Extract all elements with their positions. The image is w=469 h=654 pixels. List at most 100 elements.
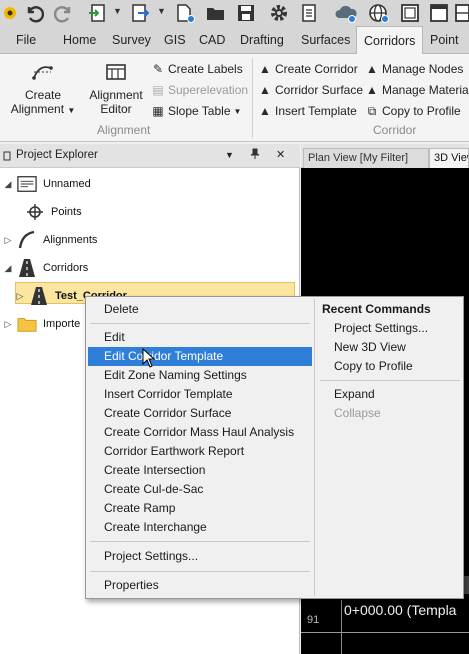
corridor-surface-icon: ▲ — [259, 83, 271, 97]
create-labels-button[interactable]: ✎ Create Labels — [152, 60, 243, 78]
manage-materials-button[interactable]: ▲ Manage Materia — [366, 81, 469, 99]
chevron-down-icon[interactable]: ▼ — [113, 6, 122, 16]
copy-to-profile-button[interactable]: ⧉ Copy to Profile — [366, 102, 461, 120]
folder-icon — [17, 314, 37, 334]
tree-item-label: Points — [51, 206, 82, 218]
tree-item-label: Unnamed — [43, 178, 91, 190]
insert-template-icon: ▲ — [259, 104, 271, 118]
tree-item-points[interactable]: Points — [10, 200, 82, 224]
menu-item-earthwork-report[interactable]: Corridor Earthwork Report — [88, 442, 312, 461]
point-target-icon — [25, 202, 45, 222]
tree-expanded-icon[interactable]: ◢ — [2, 179, 14, 190]
copy-profile-icon: ⧉ — [367, 103, 377, 118]
corridor-road-icon — [29, 286, 49, 306]
superelevation-button[interactable]: ▤ Superelevation — [152, 81, 248, 99]
menu-item-recent-project-settings[interactable]: Project Settings... — [318, 319, 460, 338]
tree-collapsed-icon[interactable]: ▷ — [14, 291, 26, 302]
undo-icon[interactable] — [22, 2, 46, 24]
recent-commands-header: Recent Commands — [322, 302, 431, 316]
menu-item-edit-corridor-template[interactable]: Edit Corridor Template — [88, 347, 312, 366]
insert-template-button[interactable]: ▲ Insert Template — [259, 102, 357, 120]
tab-corridors[interactable]: Corridors — [356, 26, 424, 55]
view-tab-bar: Plan View [My Filter] 3D View — [301, 144, 469, 168]
menu-item-mass-haul-analysis[interactable]: Create Corridor Mass Haul Analysis — [88, 423, 312, 442]
close-icon[interactable]: ✕ — [276, 148, 285, 161]
menu-item-create-corridor-surface[interactable]: Create Corridor Surface — [88, 404, 312, 423]
menu-item-properties[interactable]: Properties — [88, 576, 312, 595]
menu-item-new-3d-view[interactable]: New 3D View — [318, 338, 460, 357]
chevron-down-icon[interactable]: ▼ — [225, 150, 234, 160]
window-icon[interactable] — [428, 2, 450, 24]
redo-icon[interactable] — [52, 2, 76, 24]
menu-item-project-settings[interactable]: Project Settings... — [88, 547, 312, 566]
report-icon[interactable] — [298, 2, 320, 24]
settings-icon[interactable] — [266, 2, 292, 24]
create-alignment-button[interactable]: Create Alignment ▼ — [6, 60, 80, 118]
tree-item-imported[interactable]: ▷ Importe — [2, 312, 80, 336]
globe-icon[interactable] — [364, 2, 392, 24]
tab-3d-view[interactable]: 3D View — [429, 148, 469, 168]
panel-grip-icon — [3, 151, 11, 164]
insert-template-label: Insert Template — [275, 104, 357, 118]
project-explorer-header: Project Explorer ▼ ✕ — [0, 144, 300, 168]
slope-table-icon: ▦ — [152, 104, 164, 118]
alignment-curve-icon — [17, 230, 37, 250]
mouse-cursor-icon — [142, 347, 156, 368]
context-menu: Delete Edit Edit Corridor Template Edit … — [85, 296, 464, 599]
slope-table-button[interactable]: ▦ Slope Table ▼ — [152, 102, 241, 120]
chevron-down-icon[interactable]: ▼ — [157, 6, 166, 16]
layout-icon[interactable] — [398, 2, 422, 24]
project-icon — [17, 174, 37, 194]
menu-item-create-interchange[interactable]: Create Interchange — [88, 518, 312, 537]
tree-item-alignments[interactable]: ▷ Alignments — [2, 228, 97, 252]
tab-home[interactable]: Home — [56, 26, 103, 54]
tab-cad[interactable]: CAD — [192, 26, 232, 54]
tab-surfaces[interactable]: Surfaces — [294, 26, 357, 54]
corridor-surface-button[interactable]: ▲ Corridor Surface — [259, 81, 363, 99]
menu-item-delete[interactable]: Delete — [88, 300, 312, 319]
manage-nodes-icon: ▲ — [366, 62, 378, 76]
menu-item-collapse: Collapse — [334, 406, 381, 420]
manage-materials-icon: ▲ — [366, 83, 378, 97]
create-labels-label: Create Labels — [168, 62, 243, 76]
import-icon[interactable] — [86, 2, 108, 24]
tab-plan-view[interactable]: Plan View [My Filter] — [303, 148, 429, 168]
tab-drafting[interactable]: Drafting — [233, 26, 291, 54]
menu-item-create-intersection[interactable]: Create Intersection — [88, 461, 312, 480]
cloud-icon[interactable] — [332, 2, 360, 24]
new-project-icon[interactable] — [172, 2, 196, 24]
tab-gis[interactable]: GIS — [157, 26, 193, 54]
menu-item-copy-to-profile[interactable]: Copy to Profile — [318, 357, 460, 376]
tab-point-clouds[interactable]: Point C — [423, 26, 469, 75]
tree-item-label: Corridors — [43, 262, 89, 274]
menu-item-create-ramp[interactable]: Create Ramp — [88, 499, 312, 518]
slope-table-label: Slope Table — [168, 104, 231, 118]
tab-survey[interactable]: Survey — [105, 26, 158, 54]
tree-collapsed-icon[interactable]: ▷ — [2, 319, 14, 330]
ruler-value: 91 — [307, 614, 320, 626]
alignment-editor-button[interactable]: Alignment Editor — [84, 60, 148, 116]
label-tag-icon: ✎ — [152, 62, 164, 76]
menu-item-edit[interactable]: Edit — [88, 328, 312, 347]
save-icon[interactable] — [234, 2, 258, 24]
tile-icon[interactable] — [454, 2, 469, 24]
chevron-down-icon: ▼ — [233, 106, 242, 116]
tree-expanded-icon[interactable]: ◢ — [2, 263, 14, 274]
corridor-surface-label: Corridor Surface — [275, 83, 364, 97]
menu-item-expand[interactable]: Expand — [318, 385, 460, 404]
menu-item-create-cul-de-sac[interactable]: Create Cul-de-Sac — [88, 480, 312, 499]
export-icon[interactable] — [130, 2, 152, 24]
manage-nodes-button[interactable]: ▲ Manage Nodes — [366, 60, 463, 78]
station-marker-line — [341, 600, 342, 654]
menu-item-edit-zone-naming[interactable]: Edit Zone Naming Settings — [88, 366, 312, 385]
tree-collapsed-icon[interactable]: ▷ — [2, 235, 14, 246]
tree-item-corridors[interactable]: ◢ Corridors — [2, 256, 88, 280]
tree-item-unnamed[interactable]: ◢ Unnamed — [2, 172, 91, 196]
pin-icon[interactable] — [250, 148, 260, 163]
open-folder-icon[interactable] — [204, 2, 228, 24]
tab-file[interactable]: File — [9, 26, 43, 54]
create-corridor-button[interactable]: ▲ Create Corridor — [259, 60, 358, 78]
alignment-editor-icon — [84, 60, 148, 84]
menu-item-insert-corridor-template[interactable]: Insert Corridor Template — [88, 385, 312, 404]
app-logo-icon[interactable] — [2, 2, 18, 24]
